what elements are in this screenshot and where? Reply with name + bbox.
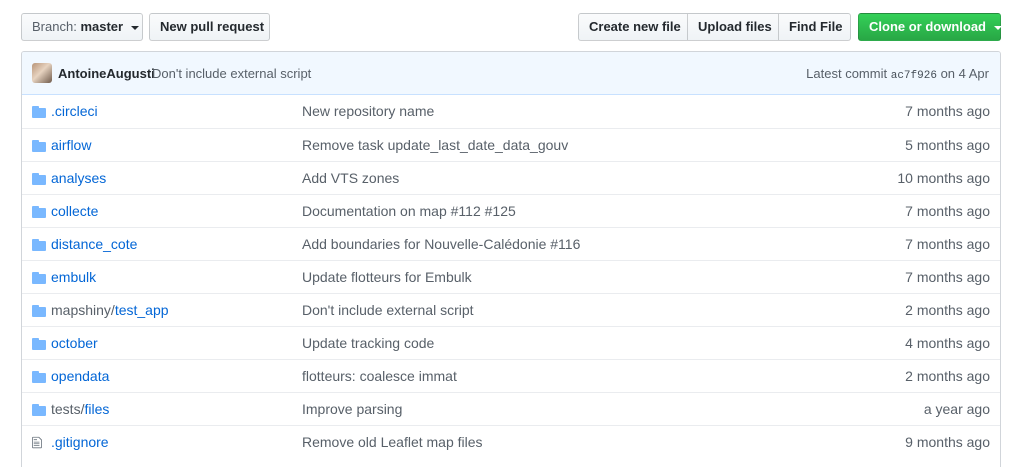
commit-message-link[interactable]: Don't include external script (152, 66, 311, 81)
branch-label: Branch: (32, 19, 77, 34)
commit-sha-link[interactable]: ac7f926 (891, 70, 937, 82)
table-row: airflow Remove task update_last_date_data… (22, 128, 1000, 161)
commit-message-link[interactable]: Update flotteurs for Embulk (302, 269, 472, 285)
file-name-link[interactable]: .circleci (51, 103, 98, 119)
file-name-link[interactable]: october (51, 335, 98, 351)
avatar[interactable] (32, 63, 52, 83)
commit-age: 7 months ago (905, 103, 990, 119)
folder-icon (32, 105, 46, 118)
caret-down-icon (993, 25, 1002, 30)
path-prefix[interactable]: mapshiny/ (51, 302, 115, 318)
entry-name[interactable]: october (51, 335, 98, 351)
commit-age: 5 months ago (905, 137, 990, 153)
upload-files-button[interactable]: Upload files (687, 13, 779, 41)
folder-icon (32, 403, 46, 416)
folder-icon (32, 370, 46, 383)
commit-age: 7 months ago (905, 236, 990, 252)
path-prefix[interactable]: tests/ (51, 401, 84, 417)
entry-name[interactable]: embulk (51, 269, 96, 285)
folder-icon (32, 304, 46, 317)
new-pull-request-button[interactable]: New pull request (149, 13, 270, 41)
commit-age: 7 months ago (905, 203, 990, 219)
commit-age: 10 months ago (897, 170, 990, 186)
commit-message-link[interactable]: Remove old Leaflet map files (302, 434, 483, 450)
commit-message-link[interactable]: Don't include external script (302, 302, 474, 318)
table-row: tests/files Improve parsing a year ago (22, 392, 1000, 425)
latest-commit-bar: AntoineAugusti Don't include external sc… (22, 52, 1000, 95)
table-row: opendata flotteurs: coalesce immat 2 month… (22, 359, 1000, 392)
caret-down-icon (130, 25, 139, 30)
commit-age: 9 months ago (905, 434, 990, 450)
table-row: distance_cote Add boundaries for Nouvelle… (22, 227, 1000, 260)
file-icon (32, 436, 46, 449)
clone-or-download-button[interactable]: Clone or download (858, 13, 1002, 41)
file-name-link[interactable]: mapshiny/test_app (51, 302, 169, 318)
commit-age: 4 months ago (905, 335, 990, 351)
folder-icon (32, 238, 46, 251)
file-name-link[interactable]: opendata (51, 368, 109, 384)
branch-name: master (80, 19, 124, 34)
table-row: collecte Documentation on map #112 #125 7 … (22, 194, 1000, 227)
repo-toolbar: Branch: master New pull request Create n… (21, 13, 1002, 41)
commit-message-link[interactable]: flotteurs: coalesce immat (302, 368, 457, 384)
commit-message-link[interactable]: Add boundaries for Nouvelle-Calédonie #1… (302, 236, 580, 252)
file-name-link[interactable]: distance_cote (51, 236, 137, 252)
branch-select-button[interactable]: Branch: master (21, 13, 143, 41)
commit-age: 2 months ago (905, 302, 990, 318)
entry-name[interactable]: airflow (51, 137, 91, 153)
commit-message-link[interactable]: Remove task update_last_date_data_gouv (302, 137, 568, 153)
commit-message-link[interactable]: Improve parsing (302, 401, 402, 417)
file-name-link[interactable]: embulk (51, 269, 96, 285)
entry-name[interactable]: files (84, 401, 109, 417)
clone-label: Clone or download (869, 19, 986, 34)
file-rows: .circleci New repository name 7 months ago… (22, 95, 1000, 458)
table-row: mapshiny/test_app Don't include external … (22, 293, 1000, 326)
file-name-link[interactable]: airflow (51, 137, 91, 153)
commit-age: a year ago (923, 401, 990, 417)
folder-icon (32, 172, 46, 185)
entry-name[interactable]: distance_cote (51, 236, 137, 252)
commit-author-link[interactable]: AntoineAugusti (58, 66, 155, 81)
entry-name[interactable]: analyses (51, 170, 106, 186)
commit-age: 2 months ago (905, 368, 990, 384)
file-actions-group: Create new file Upload files Find File (578, 13, 851, 41)
commit-message-link[interactable]: Add VTS zones (302, 170, 399, 186)
entry-name[interactable]: opendata (51, 368, 109, 384)
entry-name[interactable]: collecte (51, 203, 98, 219)
latest-commit-info: Latest commit ac7f926 on 4 Apr (806, 66, 989, 82)
folder-icon (32, 271, 46, 284)
file-list: AntoineAugusti Don't include external sc… (21, 51, 1001, 467)
folder-icon (32, 139, 46, 152)
folder-icon (32, 205, 46, 218)
commit-age: 7 months ago (905, 269, 990, 285)
table-row: analyses Add VTS zones 10 months ago (22, 161, 1000, 194)
file-name-link[interactable]: tests/files (51, 401, 109, 417)
table-row: october Update tracking code 4 months ago (22, 326, 1000, 359)
file-name-link[interactable]: .gitignore (51, 434, 109, 450)
find-file-button[interactable]: Find File (778, 13, 851, 41)
create-new-file-button[interactable]: Create new file (578, 13, 688, 41)
file-name-link[interactable]: collecte (51, 203, 98, 219)
commit-message-link[interactable]: New repository name (302, 103, 434, 119)
folder-icon (32, 337, 46, 350)
table-row: .gitignore Remove old Leaflet map files 9 … (22, 425, 1000, 458)
file-name-link[interactable]: analyses (51, 170, 106, 186)
table-row: embulk Update flotteurs for Embulk 7 month… (22, 260, 1000, 293)
commit-message-link[interactable]: Update tracking code (302, 335, 434, 351)
entry-name[interactable]: .gitignore (51, 434, 109, 450)
latest-commit-label: Latest commit (806, 66, 888, 81)
entry-name[interactable]: .circleci (51, 103, 98, 119)
entry-name[interactable]: test_app (115, 302, 169, 318)
commit-date: on 4 Apr (940, 66, 989, 81)
commit-message-link[interactable]: Documentation on map #112 #125 (302, 203, 516, 219)
table-row: .circleci New repository name 7 months ago (22, 95, 1000, 128)
